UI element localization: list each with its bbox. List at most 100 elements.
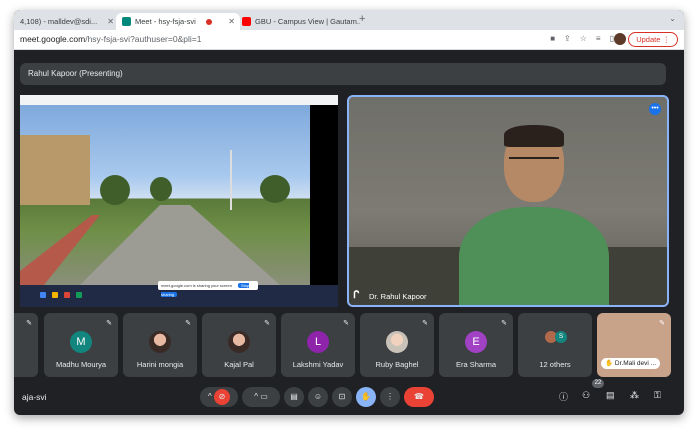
host-controls-icon[interactable]: ⚿	[654, 390, 661, 401]
participant-name: Kajal Pal	[224, 360, 254, 369]
mic-muted-icon: ✎	[659, 320, 665, 327]
speaker-video	[459, 125, 609, 305]
tab-title: GBU - Campus View | Gautam...	[255, 17, 360, 26]
app-icon	[76, 292, 82, 298]
tab-youtube[interactable]: GBU - Campus View | Gautam... ✕	[236, 13, 360, 30]
mic-muted-icon: ✎	[106, 320, 112, 327]
chevron-up-icon: ^	[254, 392, 258, 401]
info-icon[interactable]: ⓘ	[559, 390, 568, 403]
update-button[interactable]: Update ⋮	[628, 32, 678, 47]
share-notice-text: meet.google.com is sharing your screen	[161, 283, 232, 288]
tree	[260, 175, 290, 203]
url-field[interactable]: meet.google.com/hsy-fsja-svi?authuser=0&…	[20, 34, 201, 44]
youtube-favicon-icon	[242, 17, 251, 26]
mic-muted-icon: ✎	[422, 320, 428, 327]
self-tile[interactable]: ✎ ✋ Dr.Mali devi ...	[597, 313, 671, 377]
tab-gmail[interactable]: 4,108) - malldev@sdi... ✕	[14, 13, 120, 30]
mic-muted-icon: ✎	[343, 320, 349, 327]
presenting-banner: Rahul Kapoor (Presenting)	[20, 63, 666, 85]
speaker-name: Dr. Rahul Kapoor	[369, 292, 427, 301]
presenting-label: Rahul Kapoor (Presenting)	[28, 69, 123, 78]
mic-off-icon: ⊘	[214, 388, 230, 405]
self-name: Dr.Mali devi ...	[614, 360, 657, 367]
participant-tile[interactable]: ✎ Kajal Pal	[202, 313, 276, 377]
avatar: M	[70, 331, 92, 353]
speaker-hair	[504, 125, 564, 147]
participant-tile[interactable]: ✎ M Madhu Mourya	[44, 313, 118, 377]
participant-tile[interactable]: ✎ Harini mongia	[123, 313, 197, 377]
phone-hangup-icon: ☎	[414, 392, 424, 401]
emoji-button[interactable]: ☺	[308, 387, 328, 407]
meeting-code: aja-svi	[22, 392, 47, 402]
avatar: L	[307, 331, 329, 353]
mic-toggle-button[interactable]: ^ ⊘	[200, 387, 238, 407]
shared-screen: meet.google.com is sharing your screen St…	[20, 95, 338, 307]
tab-title: Meet - hsy-fsja-svi	[135, 17, 196, 26]
avatar	[228, 331, 250, 353]
more-vert-icon: ⋮	[386, 392, 394, 401]
raise-hand-button[interactable]: ✋	[356, 387, 376, 407]
hand-icon: ✋	[361, 392, 371, 401]
participant-name: Madhu Mourya	[55, 360, 107, 369]
browser-window: 4,108) - malldev@sdi... ✕ Meet - hsy-fsj…	[14, 10, 684, 415]
present-button[interactable]: ⊡	[332, 387, 352, 407]
screen-share-notice: meet.google.com is sharing your screen St…	[158, 281, 258, 297]
shared-window-titlebar	[20, 95, 338, 105]
participant-tile[interactable]: ✎ L Lakshmi Yadav	[281, 313, 355, 377]
audio-activity-icon: •••	[649, 103, 661, 115]
participant-tile[interactable]: ✎ E Era Sharma	[439, 313, 513, 377]
participant-name: Lakshmi Yadav	[292, 360, 344, 369]
address-bar: meet.google.com/hsy-fsja-svi?authuser=0&…	[14, 30, 684, 50]
start-icon	[40, 292, 46, 298]
leave-call-button[interactable]: ☎	[404, 387, 434, 407]
share-icon[interactable]: ⇪	[564, 34, 571, 43]
street-light	[230, 150, 232, 210]
participant-tile[interactable]: ✎ Ruby Baghel	[360, 313, 434, 377]
update-label: Update	[636, 35, 661, 44]
url-host: meet.google.com	[20, 34, 86, 44]
participant-name: Ruby Baghel	[375, 360, 419, 369]
chat-icon[interactable]: ▤	[606, 390, 615, 401]
others-tile[interactable]: S 12 others	[518, 313, 592, 377]
url-path: /hsy-fsja-svi?authuser=0&pli=1	[85, 34, 202, 44]
more-options-button[interactable]: ⋮	[380, 387, 400, 407]
walkway	[20, 215, 100, 285]
self-name-chip: ✋ Dr.Mali devi ...	[601, 358, 661, 369]
meet-favicon-icon	[122, 17, 131, 26]
black-side-strip	[310, 105, 338, 285]
tab-strip: 4,108) - malldev@sdi... ✕ Meet - hsy-fsj…	[14, 10, 684, 30]
participant-name: Era Sharma	[455, 360, 497, 369]
road	[80, 205, 280, 285]
captions-icon: ▤	[290, 392, 298, 401]
toolbar-icons: ■ ⇪ ☆ ≡ ▯	[550, 34, 614, 43]
campus-photo	[20, 105, 310, 285]
avatar	[386, 331, 408, 353]
activities-icon[interactable]: ⁂	[630, 390, 639, 401]
camera-icon[interactable]: ■	[550, 34, 555, 43]
mic-muted-icon: ✎	[26, 320, 32, 327]
mic-muted-icon: ✎	[501, 320, 507, 327]
new-tab-icon[interactable]: +	[359, 13, 365, 25]
emoji-icon: ☺	[313, 392, 323, 401]
mic-muted-icon: ✎	[185, 320, 191, 327]
present-icon: ⊡	[338, 392, 346, 401]
others-avatars: S	[545, 331, 567, 343]
speaker-tile[interactable]: ••• ᒋ Dr. Rahul Kapoor	[347, 95, 669, 307]
reading-list-icon[interactable]: ≡	[596, 34, 601, 43]
captions-button[interactable]: ▤	[284, 387, 304, 407]
chevron-up-icon: ^	[208, 392, 212, 401]
avatar: S	[555, 331, 567, 343]
video-camera-icon: ▭	[260, 392, 268, 401]
tab-meet[interactable]: Meet - hsy-fsja-svi ✕	[116, 13, 240, 30]
mic-muted-icon: ✎	[264, 320, 270, 327]
participant-tile-partial[interactable]: ✎	[14, 313, 38, 377]
people-icon[interactable]: ⚇	[582, 390, 590, 401]
speaker-glasses	[509, 157, 559, 165]
camera-toggle-button[interactable]: ^ ▭	[242, 387, 280, 407]
profile-avatar[interactable]	[614, 33, 626, 45]
folder-icon	[52, 292, 58, 298]
chevron-down-icon[interactable]: ⌄	[669, 14, 676, 23]
tree	[150, 177, 172, 201]
star-icon[interactable]: ☆	[580, 34, 587, 43]
recording-dot-icon	[205, 18, 212, 25]
